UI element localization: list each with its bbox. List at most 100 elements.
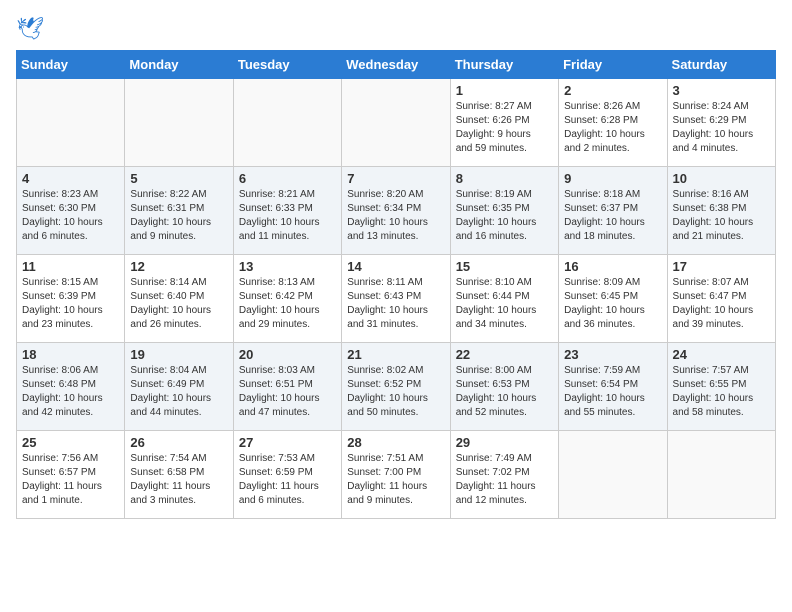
day-number: 21 xyxy=(347,347,444,362)
day-number: 27 xyxy=(239,435,336,450)
day-info: Sunrise: 8:14 AMSunset: 6:40 PMDaylight:… xyxy=(130,276,227,332)
day-number: 1 xyxy=(456,83,553,98)
day-cell: 18 Sunrise: 8:06 AMSunset: 6:48 PMDayligh… xyxy=(17,343,125,431)
page-header: 🕊 xyxy=(16,16,776,42)
day-info: Sunrise: 8:18 AMSunset: 6:37 PMDaylight:… xyxy=(564,188,661,244)
day-number: 29 xyxy=(456,435,553,450)
day-info: Sunrise: 8:09 AMSunset: 6:45 PMDaylight:… xyxy=(564,276,661,332)
column-header-sunday: Sunday xyxy=(17,51,125,79)
day-number: 23 xyxy=(564,347,661,362)
day-number: 14 xyxy=(347,259,444,274)
day-cell xyxy=(233,79,341,167)
day-info: Sunrise: 8:23 AMSunset: 6:30 PMDaylight:… xyxy=(22,188,119,244)
day-info: Sunrise: 8:10 AMSunset: 6:44 PMDaylight:… xyxy=(456,276,553,332)
day-number: 20 xyxy=(239,347,336,362)
day-number: 9 xyxy=(564,171,661,186)
day-cell xyxy=(125,79,233,167)
day-info: Sunrise: 7:54 AMSunset: 6:58 PMDaylight:… xyxy=(130,452,227,508)
day-info: Sunrise: 8:02 AMSunset: 6:52 PMDaylight:… xyxy=(347,364,444,420)
header-row: SundayMondayTuesdayWednesdayThursdayFrid… xyxy=(17,51,776,79)
day-cell: 27 Sunrise: 7:53 AMSunset: 6:59 PMDayligh… xyxy=(233,431,341,519)
day-number: 2 xyxy=(564,83,661,98)
day-info: Sunrise: 7:49 AMSunset: 7:02 PMDaylight:… xyxy=(456,452,553,508)
logo-bird-icon: 🕊 xyxy=(16,16,44,42)
day-number: 10 xyxy=(673,171,770,186)
week-row-3: 11Sunrise: 8:15 AMSunset: 6:39 PMDayligh… xyxy=(17,255,776,343)
day-number: 22 xyxy=(456,347,553,362)
day-cell: 4 Sunrise: 8:23 AMSunset: 6:30 PMDaylight… xyxy=(17,167,125,255)
week-row-5: 25 Sunrise: 7:56 AMSunset: 6:57 PMDayligh… xyxy=(17,431,776,519)
day-cell: 19 Sunrise: 8:04 AMSunset: 6:49 PMDayligh… xyxy=(125,343,233,431)
logo: 🕊 xyxy=(16,16,44,42)
day-number: 12 xyxy=(130,259,227,274)
day-cell: 2 Sunrise: 8:26 AMSunset: 6:28 PMDaylight… xyxy=(559,79,667,167)
column-header-tuesday: Tuesday xyxy=(233,51,341,79)
day-cell: 3 Sunrise: 8:24 AMSunset: 6:29 PMDaylight… xyxy=(667,79,775,167)
day-info: Sunrise: 8:03 AMSunset: 6:51 PMDaylight:… xyxy=(239,364,336,420)
day-info: Sunrise: 7:51 AMSunset: 7:00 PMDaylight:… xyxy=(347,452,444,508)
day-cell: 11Sunrise: 8:15 AMSunset: 6:39 PMDayligh… xyxy=(17,255,125,343)
day-info: Sunrise: 8:24 AMSunset: 6:29 PMDaylight:… xyxy=(673,100,770,156)
day-info: Sunrise: 7:59 AMSunset: 6:54 PMDaylight:… xyxy=(564,364,661,420)
day-cell: 17 Sunrise: 8:07 AMSunset: 6:47 PMDayligh… xyxy=(667,255,775,343)
day-cell: 13 Sunrise: 8:13 AMSunset: 6:42 PMDayligh… xyxy=(233,255,341,343)
day-cell: 28 Sunrise: 7:51 AMSunset: 7:00 PMDayligh… xyxy=(342,431,450,519)
week-row-1: 1 Sunrise: 8:27 AMSunset: 6:26 PMDaylight… xyxy=(17,79,776,167)
day-number: 19 xyxy=(130,347,227,362)
day-info: Sunrise: 8:21 AMSunset: 6:33 PMDaylight:… xyxy=(239,188,336,244)
day-info: Sunrise: 8:13 AMSunset: 6:42 PMDaylight:… xyxy=(239,276,336,332)
day-cell: 16 Sunrise: 8:09 AMSunset: 6:45 PMDayligh… xyxy=(559,255,667,343)
day-info: Sunrise: 8:19 AMSunset: 6:35 PMDaylight:… xyxy=(456,188,553,244)
day-info: Sunrise: 8:00 AMSunset: 6:53 PMDaylight:… xyxy=(456,364,553,420)
day-cell xyxy=(17,79,125,167)
day-cell xyxy=(342,79,450,167)
day-info: Sunrise: 7:53 AMSunset: 6:59 PMDaylight:… xyxy=(239,452,336,508)
day-cell: 10Sunrise: 8:16 AMSunset: 6:38 PMDayligh… xyxy=(667,167,775,255)
day-cell: 29 Sunrise: 7:49 AMSunset: 7:02 PMDayligh… xyxy=(450,431,558,519)
day-number: 28 xyxy=(347,435,444,450)
day-cell: 21 Sunrise: 8:02 AMSunset: 6:52 PMDayligh… xyxy=(342,343,450,431)
calendar-table: SundayMondayTuesdayWednesdayThursdayFrid… xyxy=(16,50,776,519)
day-number: 18 xyxy=(22,347,119,362)
day-info: Sunrise: 8:26 AMSunset: 6:28 PMDaylight:… xyxy=(564,100,661,156)
day-number: 25 xyxy=(22,435,119,450)
day-number: 17 xyxy=(673,259,770,274)
day-cell: 6 Sunrise: 8:21 AMSunset: 6:33 PMDaylight… xyxy=(233,167,341,255)
week-row-2: 4 Sunrise: 8:23 AMSunset: 6:30 PMDaylight… xyxy=(17,167,776,255)
day-number: 16 xyxy=(564,259,661,274)
day-cell: 20 Sunrise: 8:03 AMSunset: 6:51 PMDayligh… xyxy=(233,343,341,431)
day-info: Sunrise: 8:04 AMSunset: 6:49 PMDaylight:… xyxy=(130,364,227,420)
column-header-saturday: Saturday xyxy=(667,51,775,79)
day-info: Sunrise: 8:20 AMSunset: 6:34 PMDaylight:… xyxy=(347,188,444,244)
day-cell: 23 Sunrise: 7:59 AMSunset: 6:54 PMDayligh… xyxy=(559,343,667,431)
column-header-monday: Monday xyxy=(125,51,233,79)
day-cell xyxy=(559,431,667,519)
day-cell: 1 Sunrise: 8:27 AMSunset: 6:26 PMDaylight… xyxy=(450,79,558,167)
day-cell: 24Sunrise: 7:57 AMSunset: 6:55 PMDayligh… xyxy=(667,343,775,431)
day-info: Sunrise: 8:06 AMSunset: 6:48 PMDaylight:… xyxy=(22,364,119,420)
day-number: 7 xyxy=(347,171,444,186)
day-number: 24 xyxy=(673,347,770,362)
day-info: Sunrise: 8:15 AMSunset: 6:39 PMDaylight:… xyxy=(22,276,119,332)
column-header-thursday: Thursday xyxy=(450,51,558,79)
day-info: Sunrise: 8:27 AMSunset: 6:26 PMDaylight:… xyxy=(456,100,553,156)
day-number: 8 xyxy=(456,171,553,186)
day-number: 13 xyxy=(239,259,336,274)
day-number: 4 xyxy=(22,171,119,186)
day-cell: 7 Sunrise: 8:20 AMSunset: 6:34 PMDaylight… xyxy=(342,167,450,255)
day-cell: 25 Sunrise: 7:56 AMSunset: 6:57 PMDayligh… xyxy=(17,431,125,519)
day-info: Sunrise: 8:22 AMSunset: 6:31 PMDaylight:… xyxy=(130,188,227,244)
day-info: Sunrise: 7:56 AMSunset: 6:57 PMDaylight:… xyxy=(22,452,119,508)
day-number: 26 xyxy=(130,435,227,450)
day-cell: 5Sunrise: 8:22 AMSunset: 6:31 PMDaylight… xyxy=(125,167,233,255)
day-number: 3 xyxy=(673,83,770,98)
column-header-friday: Friday xyxy=(559,51,667,79)
day-cell: 26 Sunrise: 7:54 AMSunset: 6:58 PMDayligh… xyxy=(125,431,233,519)
day-cell xyxy=(667,431,775,519)
day-cell: 15 Sunrise: 8:10 AMSunset: 6:44 PMDayligh… xyxy=(450,255,558,343)
day-cell: 8 Sunrise: 8:19 AMSunset: 6:35 PMDaylight… xyxy=(450,167,558,255)
day-number: 6 xyxy=(239,171,336,186)
day-number: 15 xyxy=(456,259,553,274)
day-info: Sunrise: 8:07 AMSunset: 6:47 PMDaylight:… xyxy=(673,276,770,332)
day-cell: 12 Sunrise: 8:14 AMSunset: 6:40 PMDayligh… xyxy=(125,255,233,343)
